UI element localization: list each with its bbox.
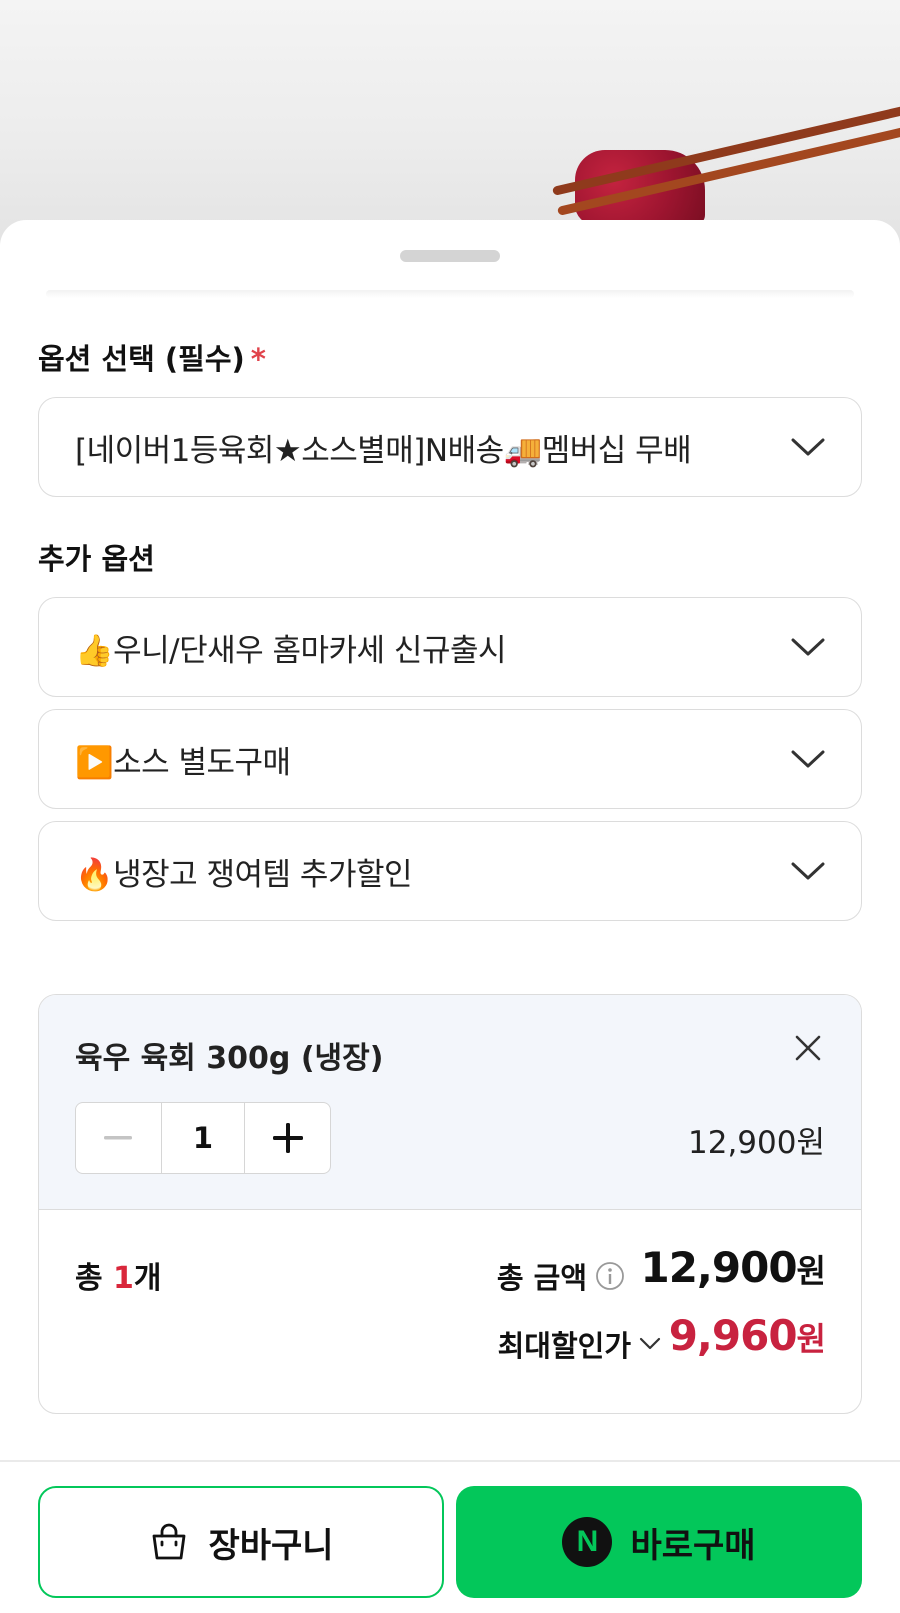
total-count: 총 1개 bbox=[75, 1261, 162, 1296]
selected-item-name: 육우 육회 300g (냉장) bbox=[75, 1041, 384, 1076]
max-discount-price: 9,960원 bbox=[668, 1311, 826, 1360]
option-bottom-sheet: 옵션 선택 (필수) * [네이버1등육회★소스별매]N배송🚚멤버십 무배 추가 … bbox=[0, 220, 900, 1613]
addon-option-text: 🔥냉장고 쟁여템 추가할인 bbox=[75, 856, 413, 893]
remove-item-close-icon[interactable] bbox=[793, 1033, 823, 1063]
addon-option-select[interactable]: 🔥냉장고 쟁여템 추가할인 bbox=[38, 821, 862, 921]
shopping-bag-icon bbox=[148, 1521, 190, 1563]
buy-now-button[interactable]: N 바로구매 bbox=[456, 1486, 862, 1598]
total-amount: 12,900원 bbox=[640, 1243, 826, 1292]
minus-icon bbox=[104, 1136, 133, 1140]
add-to-cart-button[interactable]: 장바구니 bbox=[38, 1486, 444, 1598]
increase-quantity-button[interactable] bbox=[245, 1103, 330, 1173]
option-section-title: 옵션 선택 (필수) * bbox=[38, 342, 266, 376]
sheet-drag-handle[interactable] bbox=[400, 250, 500, 262]
chevron-down-icon bbox=[791, 854, 825, 888]
chevron-down-icon bbox=[791, 430, 825, 464]
chevron-down-icon bbox=[791, 630, 825, 664]
addon-option-text: 👍우니/단새우 홈마카세 신규출시 bbox=[75, 632, 507, 669]
order-summary-card: 육우 육회 300g (냉장) 1 12,900원 총 1개 총 금액 12,9… bbox=[38, 994, 862, 1414]
addon-option-text: ▶️소스 별도구매 bbox=[75, 744, 291, 781]
required-option-select[interactable]: [네이버1등육회★소스별매]N배송🚚멤버십 무배 bbox=[38, 397, 862, 497]
max-discount-toggle[interactable]: 최대할인가 bbox=[498, 1323, 661, 1365]
selected-item-panel: 육우 육회 300g (냉장) 1 12,900원 bbox=[39, 995, 861, 1210]
divider bbox=[46, 290, 854, 298]
addon-option-select[interactable]: 👍우니/단새우 홈마카세 신규출시 bbox=[38, 597, 862, 697]
selected-item-price: 12,900원 bbox=[688, 1125, 825, 1161]
decrease-quantity-button[interactable] bbox=[76, 1103, 161, 1173]
selected-option-text: [네이버1등육회★소스별매]N배송🚚멤버십 무배 bbox=[75, 432, 692, 469]
info-icon[interactable] bbox=[595, 1261, 625, 1291]
required-mark: * bbox=[250, 342, 266, 376]
quantity-value[interactable]: 1 bbox=[160, 1103, 246, 1173]
total-amount-label: 총 금액 bbox=[497, 1255, 625, 1297]
quantity-stepper: 1 bbox=[75, 1102, 331, 1174]
addon-section-title: 추가 옵션 bbox=[38, 542, 155, 576]
addon-option-select[interactable]: ▶️소스 별도구매 bbox=[38, 709, 862, 809]
chevron-down-icon bbox=[791, 742, 825, 776]
naver-pay-logo-icon: N bbox=[562, 1517, 613, 1567]
divider bbox=[0, 1460, 900, 1462]
chevron-down-icon bbox=[639, 1337, 661, 1350]
plus-icon bbox=[272, 1123, 303, 1153]
